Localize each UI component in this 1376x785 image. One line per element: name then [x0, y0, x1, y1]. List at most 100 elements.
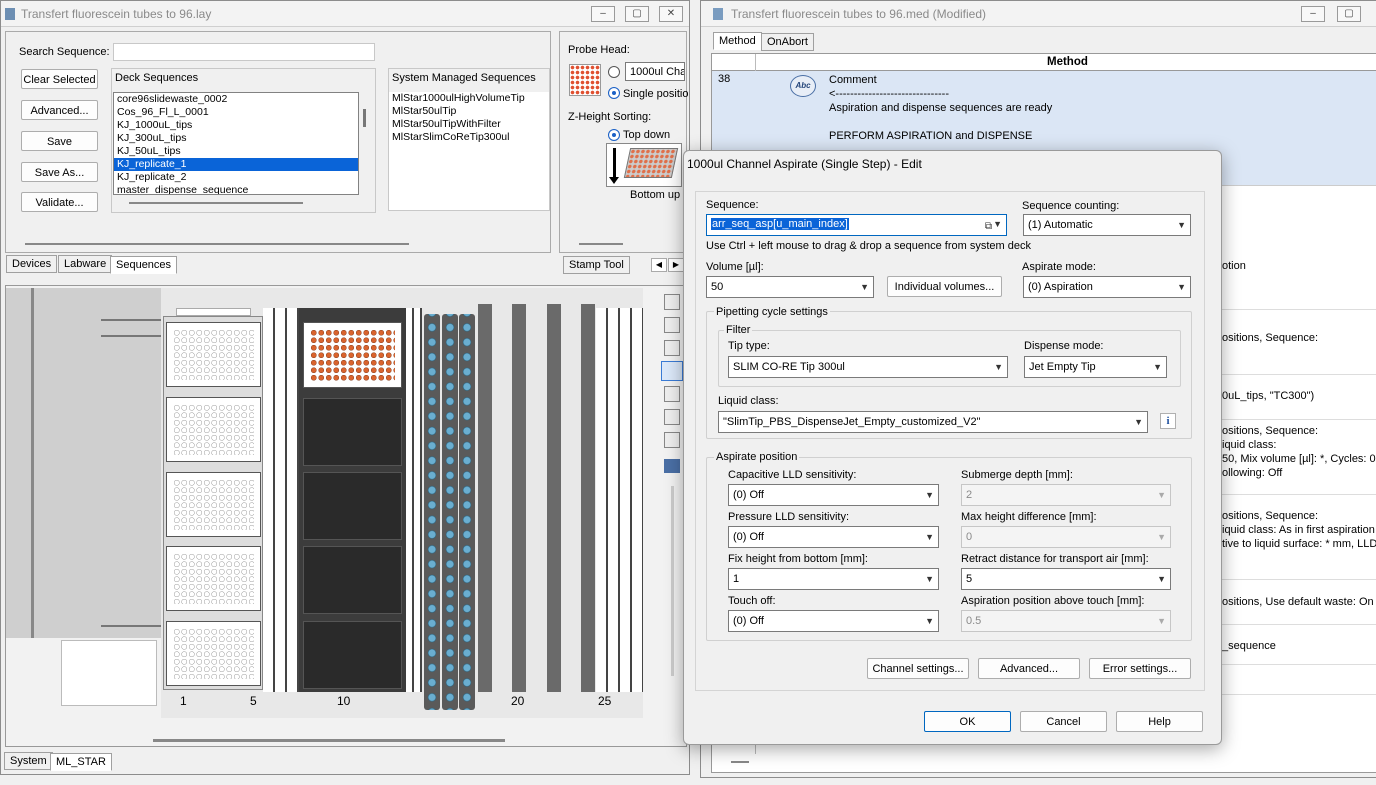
deck-sequence-item[interactable]: KJ_replicate_1 — [114, 158, 358, 171]
view-3d-icon[interactable] — [664, 317, 680, 333]
plate-1[interactable] — [166, 322, 261, 387]
deck-list-scrollbar[interactable] — [363, 109, 366, 127]
deck-hscroll[interactable] — [153, 739, 505, 742]
validate-button[interactable]: Validate... — [21, 192, 98, 212]
pressure-lld-select[interactable]: (0) Off ▼ — [728, 526, 939, 548]
deck-sequence-item[interactable]: KJ_1000uL_tips — [114, 119, 358, 132]
tab-labware[interactable]: Labware — [58, 255, 113, 273]
submerge-depth-select[interactable]: 2 ▼ — [961, 484, 1171, 506]
touch-off-value: (0) Off — [733, 615, 764, 627]
error-settings-button[interactable]: Error settings... — [1089, 658, 1191, 679]
tube-rack-3[interactable] — [459, 314, 475, 710]
probe-hscroll[interactable] — [579, 243, 623, 245]
radio-probe-head[interactable] — [608, 66, 620, 78]
source-plate[interactable] — [303, 322, 402, 388]
capacitive-lld-select[interactable]: (0) Off ▼ — [728, 484, 939, 506]
max-height-diff-select[interactable]: 0 ▼ — [961, 526, 1171, 548]
advanced-button[interactable]: Advanced... — [21, 100, 98, 120]
layers-icon[interactable] — [664, 459, 680, 473]
row-fragment: ositions, Sequence: — [1222, 425, 1319, 437]
row-fragment: ositions, Use default waste: On — [1222, 596, 1374, 608]
view-3d-icon[interactable] — [661, 361, 683, 381]
dark-slot — [303, 621, 402, 689]
tab-system[interactable]: System — [4, 752, 53, 770]
deck-sequence-item[interactable]: KJ_50uL_tips — [114, 145, 358, 158]
volume-combo[interactable]: 50 ▼ — [706, 276, 874, 298]
deck-sequences-list[interactable]: core96slidewaste_0002 Cos_96_Fl_L_0001 KJ_… — [113, 92, 359, 195]
zoom-slider[interactable] — [671, 486, 674, 676]
system-sequence-item[interactable]: MlStarSlimCoReTip300ul — [389, 131, 549, 144]
sequence-combo[interactable]: arr_seq_asp[u_main_index] ⧉ ▼ — [706, 214, 1007, 236]
tip-type-select[interactable]: SLIM CO-RE Tip 300ul ▼ — [728, 356, 1008, 378]
search-label: Search Sequence: — [19, 46, 110, 58]
tube-rack-1[interactable] — [424, 314, 440, 710]
system-sequence-item[interactable]: MlStar50ulTip — [389, 105, 549, 118]
system-sequences-list[interactable]: MlStar1000ulHighVolumeTip MlStar50ulTip Ml… — [389, 92, 549, 210]
channel-settings-button[interactable]: Channel settings... — [867, 658, 969, 679]
maximize-button[interactable]: ▢ — [625, 6, 649, 22]
tab-devices[interactable]: Devices — [6, 255, 58, 273]
deck-sequence-item[interactable]: KJ_replicate_2 — [114, 171, 358, 184]
row-number: 38 — [718, 73, 731, 85]
submerge-depth-value: 2 — [966, 489, 973, 501]
touch-off-select[interactable]: (0) Off ▼ — [728, 610, 939, 632]
deck-sequence-item[interactable]: Cos_96_Fl_L_0001 — [114, 106, 358, 119]
view-3d-icon[interactable] — [664, 386, 680, 402]
cancel-button[interactable]: Cancel — [1020, 711, 1107, 732]
tab-stamp-tool[interactable]: Stamp Tool — [563, 256, 630, 274]
row-fragment: tive to liquid surface: * mm, LLD — [1222, 538, 1376, 550]
minimize-button[interactable]: – — [591, 6, 615, 22]
method-hscroll[interactable] — [731, 761, 749, 763]
dispense-mode-select[interactable]: Jet Empty Tip ▼ — [1024, 356, 1167, 378]
radio-top-down[interactable] — [608, 129, 620, 141]
chevron-down-icon[interactable]: ▼ — [993, 215, 1002, 233]
individual-volumes-button[interactable]: Individual volumes... — [887, 276, 1002, 297]
view-3d-icon[interactable] — [664, 432, 680, 448]
retract-distance-select[interactable]: 5 ▼ — [961, 568, 1171, 590]
probe-head-value[interactable]: 1000ul Cha — [625, 62, 685, 81]
help-button[interactable]: Help — [1116, 711, 1203, 732]
fix-height-select[interactable]: 1 ▼ — [728, 568, 939, 590]
plate-3[interactable] — [166, 472, 261, 537]
plate-2[interactable] — [166, 397, 261, 462]
maximize-button[interactable]: ▢ — [1337, 6, 1361, 22]
advanced-settings-button[interactable]: Advanced... — [978, 658, 1080, 679]
ok-button[interactable]: OK — [924, 711, 1011, 732]
tab-scroll-right[interactable]: ▶ — [668, 258, 684, 272]
aspirate-mode-select[interactable]: (0) Aspiration ▼ — [1023, 276, 1191, 298]
minimize-button[interactable]: – — [1301, 6, 1325, 22]
plate-4[interactable] — [166, 546, 261, 611]
search-input[interactable] — [113, 43, 375, 61]
deck-sequence-item[interactable]: core96slidewaste_0002 — [114, 93, 358, 106]
row-fragment: 0uL_tips, "TC300") — [1222, 390, 1315, 402]
tab-sequences[interactable]: Sequences — [110, 256, 178, 274]
sequence-counting-select[interactable]: (1) Automatic ▼ — [1023, 214, 1191, 236]
tab-scroll-left[interactable]: ◀ — [651, 258, 667, 272]
deck-sequence-item[interactable]: master_dispense_sequence — [114, 184, 358, 194]
tube-rack-2[interactable] — [442, 314, 458, 710]
layout-window-title: Transfert fluorescein tubes to 96.lay — [1, 1, 689, 27]
sequence-browse-icon[interactable]: ⧉ — [985, 218, 992, 235]
tab-ml-star[interactable]: ML_STAR — [50, 753, 112, 771]
radio-single-position[interactable] — [608, 87, 620, 99]
plate-5[interactable] — [166, 621, 261, 686]
view-3d-icon[interactable] — [664, 409, 680, 425]
panel-hscroll[interactable] — [25, 243, 409, 245]
view-3d-icon[interactable] — [664, 340, 680, 356]
save-as-button[interactable]: Save As... — [21, 162, 98, 182]
info-icon[interactable]: i — [1160, 413, 1176, 429]
liquid-class-select[interactable]: "SlimTip_PBS_DispenseJet_Empty_customize… — [718, 411, 1148, 433]
view-3d-icon[interactable] — [664, 294, 680, 310]
close-button[interactable]: ✕ — [659, 6, 683, 22]
tip-strip — [581, 304, 595, 692]
system-sequence-item[interactable]: MlStar50ulTipWithFilter — [389, 118, 549, 131]
clear-selected-button[interactable]: Clear Selected — [21, 69, 98, 89]
tab-onabort[interactable]: OnAbort — [761, 33, 814, 51]
deck-view[interactable]: 1 5 10 20 25 — [5, 285, 687, 747]
deck-sequence-item[interactable]: KJ_300uL_tips — [114, 132, 358, 145]
tab-method[interactable]: Method — [713, 32, 762, 50]
aspiration-position-select[interactable]: 0.5 ▼ — [961, 610, 1171, 632]
deck-list-hscroll[interactable] — [129, 202, 303, 204]
system-sequence-item[interactable]: MlStar1000ulHighVolumeTip — [389, 92, 549, 105]
save-button[interactable]: Save — [21, 131, 98, 151]
